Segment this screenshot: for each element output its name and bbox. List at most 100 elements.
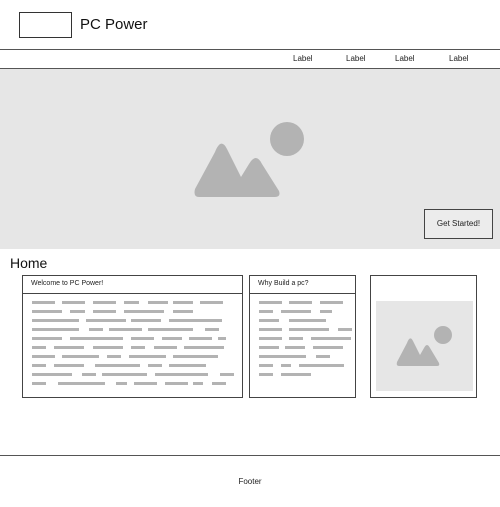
text-line-placeholder [134, 382, 157, 385]
text-line-placeholder [70, 337, 123, 340]
text-line-placeholder [102, 373, 147, 376]
why-build-card: Why Build a pc? [249, 275, 356, 398]
text-line-placeholder [169, 364, 206, 367]
text-line-placeholder [281, 310, 311, 313]
text-line-placeholder [259, 373, 273, 376]
text-line-placeholder [316, 355, 330, 358]
text-line-placeholder [107, 355, 121, 358]
text-line-placeholder [311, 337, 351, 340]
text-line-placeholder [54, 346, 84, 349]
text-line-placeholder [220, 373, 234, 376]
footer-label: Footer [238, 477, 262, 486]
text-line-placeholder [154, 346, 177, 349]
footer: Footer [0, 455, 500, 507]
text-line-placeholder [289, 328, 329, 331]
nav-item-2[interactable]: Label [346, 54, 366, 64]
text-line-placeholder [32, 301, 55, 304]
text-line-placeholder [259, 328, 282, 331]
why-build-card-header: Why Build a pc? [250, 276, 355, 294]
text-line-placeholder [189, 337, 212, 340]
text-line-placeholder [162, 337, 182, 340]
text-line-placeholder [54, 364, 84, 367]
text-line-placeholder [62, 355, 99, 358]
text-line-placeholder [281, 373, 311, 376]
text-line-placeholder [205, 328, 219, 331]
text-line-placeholder [70, 310, 85, 313]
text-line-placeholder [93, 301, 116, 304]
text-line-placeholder [200, 301, 223, 304]
text-line-placeholder [259, 301, 282, 304]
site-title: PC Power [80, 16, 148, 33]
image-placeholder-icon [194, 122, 304, 197]
text-line-placeholder [165, 382, 188, 385]
welcome-card-title: Welcome to PC Power! [31, 280, 104, 287]
text-line-placeholder [116, 382, 127, 385]
text-line-placeholder [109, 328, 142, 331]
text-line-placeholder [259, 355, 306, 358]
text-line-placeholder [86, 319, 126, 322]
text-line-placeholder [124, 310, 164, 313]
text-line-placeholder [173, 310, 193, 313]
text-line-placeholder [285, 346, 305, 349]
text-line-placeholder [32, 337, 62, 340]
text-line-placeholder [338, 328, 352, 331]
text-line-placeholder [148, 328, 193, 331]
text-line-placeholder [259, 364, 273, 367]
welcome-card: Welcome to PC Power! [22, 275, 243, 398]
text-line-placeholder [259, 319, 279, 322]
nav-item-4[interactable]: Label [449, 54, 469, 64]
text-line-placeholder [124, 301, 139, 304]
home-heading: Home [10, 255, 48, 271]
text-line-placeholder [313, 346, 343, 349]
image-card [370, 275, 477, 398]
text-line-placeholder [289, 337, 303, 340]
text-line-placeholder [169, 319, 222, 322]
text-line-placeholder [129, 355, 166, 358]
logo-placeholder[interactable] [19, 12, 72, 38]
text-line-placeholder [131, 319, 161, 322]
text-line-placeholder [289, 319, 326, 322]
text-line-placeholder [173, 301, 193, 304]
nav-item-1[interactable]: Label [293, 54, 313, 64]
get-started-button[interactable]: Get Started! [424, 209, 493, 239]
text-line-placeholder [82, 373, 96, 376]
text-line-placeholder [95, 364, 140, 367]
text-line-placeholder [93, 346, 123, 349]
text-line-placeholder [32, 364, 46, 367]
text-line-placeholder [148, 364, 162, 367]
image-placeholder-icon [396, 326, 452, 366]
text-line-placeholder [259, 310, 273, 313]
text-line-placeholder [320, 301, 343, 304]
text-line-placeholder [193, 382, 203, 385]
text-line-placeholder [89, 328, 103, 331]
text-line-placeholder [218, 337, 226, 340]
text-line-placeholder [173, 355, 218, 358]
text-line-placeholder [184, 346, 224, 349]
text-line-placeholder [148, 301, 168, 304]
text-line-placeholder [259, 346, 279, 349]
text-line-placeholder [281, 364, 291, 367]
image-card-placeholder [376, 301, 473, 391]
nav-item-3[interactable]: Label [395, 54, 415, 64]
text-line-placeholder [299, 364, 344, 367]
text-line-placeholder [259, 337, 282, 340]
text-line-placeholder [58, 382, 105, 385]
welcome-card-header: Welcome to PC Power! [23, 276, 242, 294]
text-line-placeholder [289, 301, 312, 304]
text-line-placeholder [32, 319, 79, 322]
text-line-placeholder [62, 301, 85, 304]
text-line-placeholder [131, 346, 145, 349]
text-line-placeholder [32, 382, 46, 385]
text-line-placeholder [32, 355, 55, 358]
why-build-card-title: Why Build a pc? [258, 280, 309, 287]
text-line-placeholder [131, 337, 154, 340]
text-line-placeholder [32, 328, 79, 331]
text-line-placeholder [93, 310, 116, 313]
text-line-placeholder [212, 382, 226, 385]
text-line-placeholder [155, 373, 208, 376]
nav-bar: Label Label Label Label [0, 49, 500, 69]
text-line-placeholder [32, 373, 72, 376]
text-line-placeholder [32, 310, 62, 313]
text-line-placeholder [320, 310, 332, 313]
text-line-placeholder [32, 346, 46, 349]
